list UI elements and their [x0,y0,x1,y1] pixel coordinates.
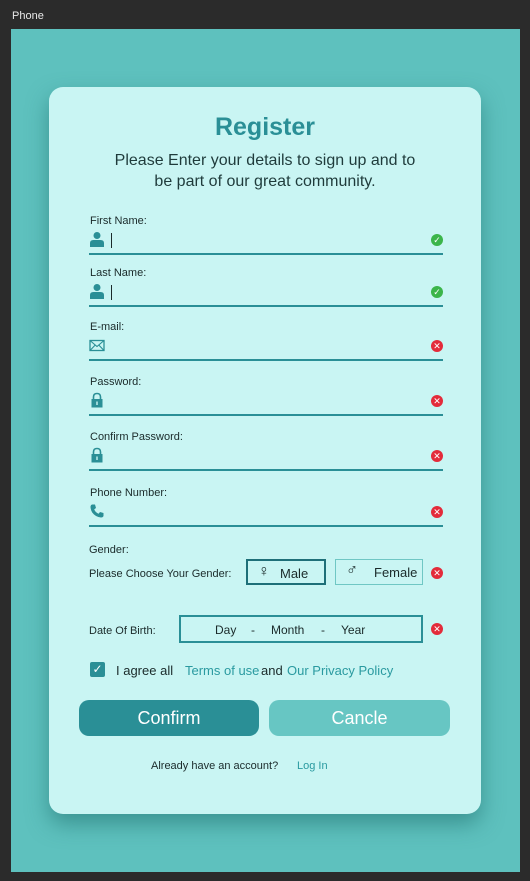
valid-check-icon: ✓ [431,286,443,298]
terms-agreement: ✓ I agree all Terms of use and Our Priva… [90,660,430,680]
female-button[interactable]: ♂ Female [335,559,423,585]
invalid-x-icon: ✕ [431,395,443,407]
female-symbol-icon: ♀ [258,563,270,580]
phone-number-underline [89,525,443,527]
password-underline [89,414,443,416]
phone-icon [90,504,104,518]
dob-separator: - [251,623,255,637]
invalid-x-icon: ✕ [431,450,443,462]
dob-year[interactable]: Year [341,623,365,637]
last-name-field[interactable]: Last Name: ✓ [89,267,443,317]
dob-day[interactable]: Day [215,623,236,637]
confirm-button[interactable]: Confirm [79,700,259,736]
text-cursor [111,285,112,300]
user-icon [90,284,104,299]
confirm-password-label: Confirm Password: [90,431,183,443]
register-card: Register Please Enter your details to si… [49,87,481,814]
terms-link[interactable]: Terms of use [185,663,259,678]
dob-month[interactable]: Month [271,623,304,637]
male-button[interactable]: ♀ Male [246,559,326,585]
gender-prompt: Please Choose Your Gender: [89,568,232,580]
text-cursor [111,233,112,248]
envelope-icon [89,339,105,352]
female-label: Female [374,565,418,580]
email-label: E-mail: [90,321,125,333]
last-name-label: Last Name: [90,267,147,279]
password-field[interactable]: Password: ✕ [89,376,443,426]
phone-number-field[interactable]: Phone Number: ✕ [89,487,443,537]
cancel-button[interactable]: Cancle [269,700,450,736]
lock-icon [91,447,103,463]
first-name-label: First Name: [90,215,147,227]
window-titlebar: Phone [0,0,530,28]
dob-picker[interactable]: Day - Month - Year [179,615,423,643]
login-link[interactable]: Log In [297,760,328,772]
valid-check-icon: ✓ [431,234,443,246]
page-subtitle: Please Enter your details to sign up and… [114,152,416,190]
agree-text: I agree all [116,663,174,678]
phone-number-label: Phone Number: [90,487,168,499]
confirm-password-underline [89,469,443,471]
last-name-underline [89,305,443,307]
dob-separator: - [321,623,325,637]
invalid-x-icon: ✕ [431,567,443,579]
first-name-field[interactable]: First Name: ✓ [89,215,443,265]
agree-checkbox[interactable]: ✓ [90,662,105,677]
user-icon [90,232,104,247]
privacy-policy-link[interactable]: Our Privacy Policy [287,663,393,678]
agree-and-text: and [261,663,283,678]
email-underline [89,359,443,361]
invalid-x-icon: ✕ [431,623,443,635]
dob-label: Date Of Birth: [89,625,156,637]
invalid-x-icon: ✕ [431,340,443,352]
already-account-text: Already have an account? [151,760,279,772]
male-symbol-icon: ♂ [346,562,358,579]
phone-screen: Register Please Enter your details to si… [11,29,520,872]
lock-icon [91,392,103,408]
password-label: Password: [90,376,142,388]
gender-label: Gender: [89,544,129,556]
first-name-underline [89,253,443,255]
window-title: Phone [12,10,44,22]
page-title: Register [214,113,316,141]
male-label: Male [280,566,309,581]
email-field[interactable]: E-mail: ✕ [89,321,443,371]
invalid-x-icon: ✕ [431,506,443,518]
confirm-password-field[interactable]: Confirm Password: ✕ [89,431,443,481]
